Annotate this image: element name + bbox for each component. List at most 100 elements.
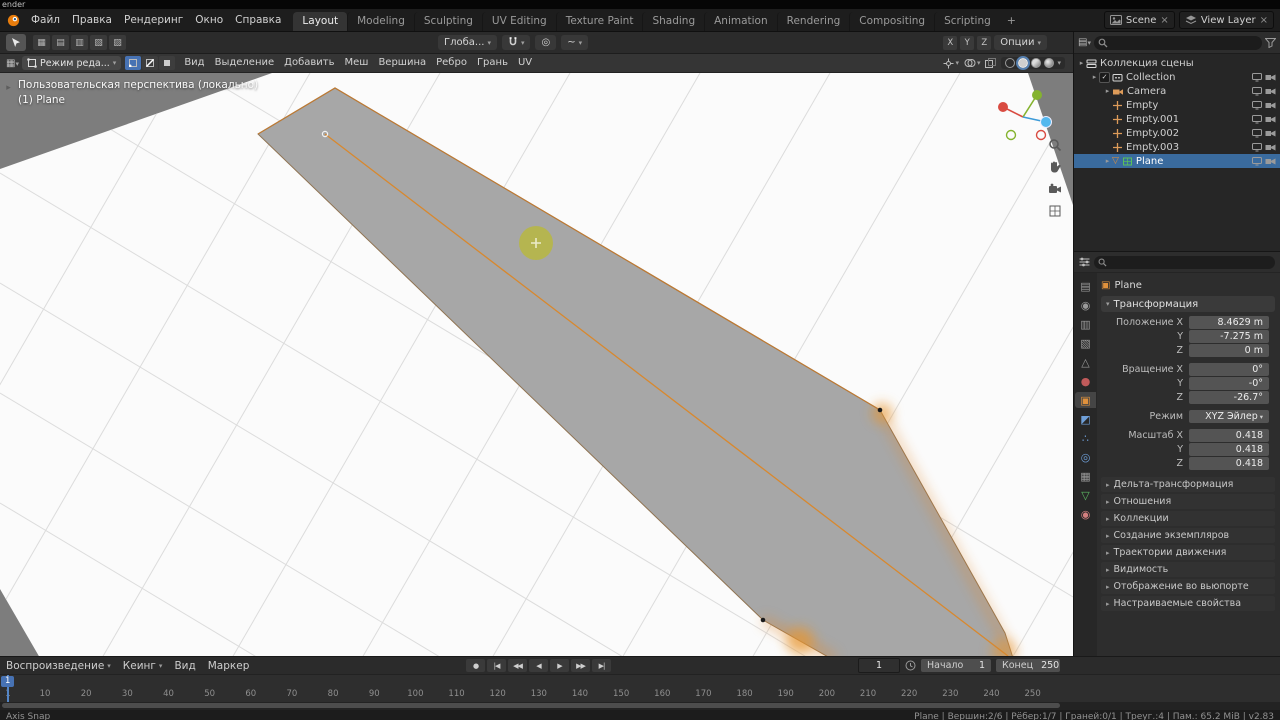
properties-tab-data[interactable]: ▽: [1075, 487, 1096, 503]
viewport-visibility-icon[interactable]: [1252, 142, 1262, 152]
edge-select-button[interactable]: [142, 56, 159, 70]
tool-settings-button-4[interactable]: ▧: [90, 35, 107, 50]
outliner-row-camera[interactable]: ▸ ✓ ▽ Camera: [1074, 84, 1280, 98]
zoom-icon[interactable]: [1047, 137, 1063, 153]
gizmo-toggle[interactable]: ▾: [943, 58, 959, 69]
tab-texture-paint[interactable]: Texture Paint: [555, 12, 643, 31]
unlink-scene-button[interactable]: ×: [1160, 15, 1168, 26]
tool-settings-button-2[interactable]: ▤: [52, 35, 69, 50]
render-visibility-icon[interactable]: [1265, 87, 1276, 96]
view-layer-selector[interactable]: View Layer ×: [1178, 11, 1274, 29]
editor-type-icon[interactable]: ▦▾: [0, 58, 22, 69]
menubar-menu-Окно[interactable]: Окно: [189, 9, 229, 31]
field-value[interactable]: 0.418▾: [1189, 429, 1269, 442]
active-tool-button[interactable]: [6, 34, 26, 51]
material-shading-button[interactable]: [1031, 58, 1042, 68]
xray-toggle[interactable]: [985, 58, 997, 68]
viewport-menu-Добавить[interactable]: Добавить: [279, 54, 339, 72]
viewport-visibility-icon[interactable]: [1252, 114, 1262, 124]
properties-search-input[interactable]: [1094, 255, 1275, 269]
properties-tab-render[interactable]: ◉: [1075, 297, 1096, 313]
gizmo-x-axis[interactable]: [998, 102, 1008, 112]
section-коллекции[interactable]: ▸ Коллекции: [1101, 511, 1275, 526]
viewport-menu-Вершина[interactable]: Вершина: [373, 54, 431, 72]
outliner-search-input[interactable]: [1093, 35, 1262, 50]
render-visibility-icon[interactable]: [1265, 101, 1276, 110]
properties-tab-material[interactable]: ◉: [1075, 506, 1096, 522]
jump-start-button[interactable]: |◀: [487, 659, 506, 672]
options-dropdown[interactable]: Опции ▾: [994, 35, 1047, 50]
tool-settings-button-3[interactable]: ▥: [71, 35, 88, 50]
field-value[interactable]: 0.418▾: [1189, 457, 1269, 470]
tab-shading[interactable]: Shading: [642, 12, 704, 31]
viewport-menu-UV[interactable]: UV: [513, 54, 537, 72]
render-visibility-icon[interactable]: [1265, 115, 1276, 124]
field-value[interactable]: 0.418▾: [1189, 443, 1269, 456]
scene-selector[interactable]: Scene ×: [1103, 11, 1175, 29]
field-value[interactable]: XYZ Эйлер ▾: [1189, 410, 1269, 423]
tool-settings-button-5[interactable]: ▨: [109, 35, 126, 50]
tab-layout[interactable]: Layout: [293, 12, 348, 31]
properties-tab-view-layer[interactable]: ▧: [1075, 335, 1096, 351]
transform-orientation-dropdown[interactable]: Глоба... ▾: [438, 35, 497, 50]
viewport-visibility-icon[interactable]: [1252, 86, 1262, 96]
section-видимость[interactable]: ▸ Видимость: [1101, 562, 1275, 577]
collection-checkbox[interactable]: ✓: [1099, 71, 1110, 83]
tool-settings-button-1[interactable]: ▦: [33, 35, 50, 50]
outliner-row-empty[interactable]: ▸ ✓ ▽ Empty: [1074, 98, 1280, 112]
section-траектории-движения[interactable]: ▸ Траектории движения: [1101, 545, 1275, 560]
disclosure-arrow[interactable]: ▸: [1103, 157, 1112, 165]
disclosure-arrow[interactable]: ▸: [1077, 59, 1086, 67]
viewport-menu-Выделение[interactable]: Выделение: [210, 54, 280, 72]
section-отношения[interactable]: ▸ Отношения: [1101, 494, 1275, 509]
unlink-view-layer-button[interactable]: ×: [1260, 15, 1268, 26]
prev-keyframe-button[interactable]: ◀◀: [508, 659, 527, 672]
field-value[interactable]: -7.275 m▾: [1189, 330, 1269, 343]
play-button[interactable]: ▶: [550, 659, 569, 672]
panel-expand-arrow[interactable]: ▾: [1106, 300, 1110, 308]
transform-panel-header[interactable]: ▾ Трансформация: [1101, 296, 1275, 312]
menubar-menu-Правка[interactable]: Правка: [66, 9, 118, 31]
viewport-3d[interactable]: Пользовательская перспектива (локально) …: [0, 73, 1073, 656]
snap-toggle[interactable]: ▾: [501, 35, 531, 50]
timeline-scrollbar[interactable]: [0, 702, 1280, 710]
toolbar-expand-button[interactable]: ▸: [2, 77, 15, 99]
rendered-shading-button[interactable]: [1044, 58, 1055, 68]
tab-modeling[interactable]: Modeling: [347, 12, 414, 31]
next-keyframe-button[interactable]: ▶▶: [571, 659, 590, 672]
outliner-row-empty.001[interactable]: ▸ ✓ ▽ Empty.001: [1074, 112, 1280, 126]
outliner-row-empty.002[interactable]: ▸ ✓ ▽ Empty.002: [1074, 126, 1280, 140]
blender-logo-icon[interactable]: [6, 13, 21, 28]
viewport-menu-Ребро[interactable]: Ребро: [431, 54, 472, 72]
disclosure-arrow[interactable]: ▸: [1103, 87, 1112, 95]
tab-compositing[interactable]: Compositing: [849, 12, 934, 31]
properties-tab-modifiers[interactable]: ◩: [1075, 411, 1096, 427]
field-value[interactable]: 0°▾: [1189, 363, 1269, 376]
tab-sculpting[interactable]: Sculpting: [413, 12, 482, 31]
mirror-z-toggle[interactable]: Z: [977, 35, 992, 50]
section-создание-экземпляров[interactable]: ▸ Создание экземпляров: [1101, 528, 1275, 543]
viewport-visibility-icon[interactable]: [1252, 72, 1262, 82]
timeline-ruler[interactable]: 1102030405060708090100110120130140150160…: [0, 674, 1280, 702]
autokey-toggle[interactable]: ●: [466, 659, 485, 672]
navigation-gizmo[interactable]: [991, 83, 1055, 147]
section-настраиваемые-свойства[interactable]: ▸ Настраиваемые свойства: [1101, 596, 1275, 611]
render-visibility-icon[interactable]: [1265, 73, 1276, 82]
tab-uv-editing[interactable]: UV Editing: [481, 12, 556, 31]
proportional-falloff-dropdown[interactable]: ~ ▾: [561, 35, 589, 50]
vertex-dot[interactable]: [877, 407, 883, 413]
proportional-editing-toggle[interactable]: ◎: [535, 35, 557, 50]
mirror-y-toggle[interactable]: Y: [960, 35, 975, 50]
current-frame-field[interactable]: 1: [858, 658, 900, 673]
properties-editor-icon[interactable]: [1079, 257, 1090, 267]
viewport-canvas[interactable]: [0, 73, 1073, 656]
viewport-visibility-icon[interactable]: [1252, 100, 1262, 110]
outliner-row-коллекция-сцены[interactable]: ▸ ✓ ▽ Коллекция сцены: [1074, 56, 1280, 70]
render-visibility-icon[interactable]: [1265, 157, 1276, 166]
section-отображение-во-вьюпорте[interactable]: ▸ Отображение во вьюпорте: [1101, 579, 1275, 594]
frame-start-field[interactable]: Начало 1: [921, 659, 991, 672]
properties-tab-constraints[interactable]: ▦: [1075, 468, 1096, 484]
menubar-menu-Рендеринг[interactable]: Рендеринг: [118, 9, 189, 31]
frame-end-field[interactable]: Конец 250: [996, 659, 1060, 672]
render-visibility-icon[interactable]: [1265, 129, 1276, 138]
